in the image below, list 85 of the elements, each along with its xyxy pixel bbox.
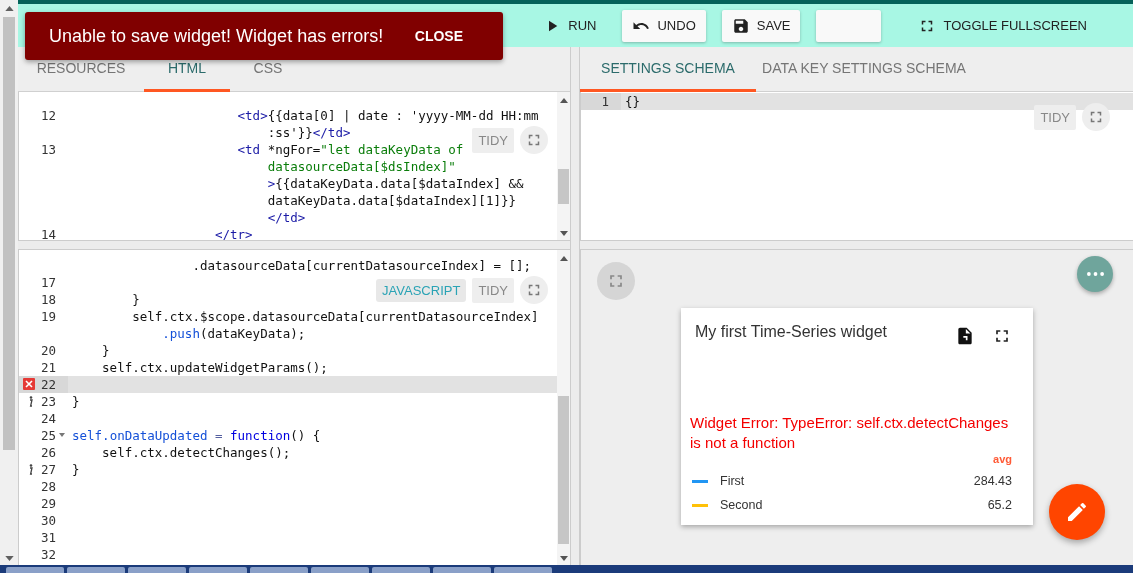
code-line: .datasourceData[currentDatasourceIndex] = []; bbox=[192, 257, 532, 274]
error-message: Widget Error: TypeError: self.ctx.detectChanges is not a function bbox=[690, 413, 1010, 453]
scroll-up-icon bbox=[559, 256, 568, 261]
tab[interactable]: RESOURCES bbox=[18, 47, 144, 92]
code-line: self.onDataUpdated = function() { bbox=[72, 427, 321, 444]
scroll-down-icon bbox=[559, 556, 568, 561]
line-number: 23 bbox=[40, 393, 56, 410]
code-line: } bbox=[132, 291, 140, 308]
tidy-button[interactable]: TIDY bbox=[472, 277, 514, 303]
code-line: } bbox=[72, 461, 80, 478]
fullscreen-button[interactable] bbox=[520, 126, 548, 154]
run-button[interactable]: RUN bbox=[533, 9, 607, 42]
more-button[interactable] bbox=[1077, 256, 1113, 292]
line-number: 17 bbox=[40, 274, 56, 291]
code-line: <td>{{data[0] | date : 'yyyy-MM-dd HH:mm bbox=[237, 107, 539, 124]
legend-value: 284.43 bbox=[973, 473, 1012, 490]
line-number: 29 bbox=[40, 495, 56, 512]
legend-value: 65.2 bbox=[987, 497, 1012, 514]
line-number: 30 bbox=[40, 512, 56, 529]
fullscreen-button[interactable] bbox=[520, 276, 548, 304]
widget-title: My first Time-Series widget bbox=[695, 323, 889, 341]
toast-message: Unable to save widget! Widget has errors! bbox=[49, 25, 384, 47]
undo-button[interactable]: UNDO bbox=[622, 9, 706, 42]
pencil-icon bbox=[1065, 500, 1089, 524]
line-number: 13 bbox=[40, 141, 56, 158]
legend-label: Second bbox=[720, 497, 764, 514]
code-line: datasourceData[$dsIndex]" bbox=[267, 158, 456, 175]
line-number: 25 bbox=[40, 427, 56, 444]
line-number: 22 bbox=[40, 376, 56, 393]
scroll-down-icon bbox=[4, 556, 14, 561]
scroll-up-icon bbox=[4, 6, 14, 11]
legend-label: First bbox=[720, 473, 746, 490]
tab[interactable]: DATA KEY SETTINGS SCHEMA bbox=[756, 47, 972, 92]
code-line: } bbox=[72, 393, 80, 410]
splitter-bar[interactable] bbox=[580, 240, 1133, 250]
line-number: 1 bbox=[601, 93, 609, 110]
edit-button[interactable] bbox=[1049, 484, 1105, 540]
line-number: 21 bbox=[40, 359, 56, 376]
line-number: 24 bbox=[40, 410, 56, 427]
blank-button[interactable] bbox=[816, 9, 882, 42]
tidy-button[interactable]: TIDY bbox=[472, 127, 514, 153]
scroll-down-icon bbox=[559, 231, 568, 236]
scroll-thumb[interactable] bbox=[558, 396, 569, 544]
scroll-thumb[interactable] bbox=[558, 169, 569, 204]
code-line: {} bbox=[625, 93, 641, 110]
info-icon bbox=[27, 396, 33, 407]
code-line: self.ctx.updateWidgetParams(); bbox=[102, 359, 328, 376]
line-number: 32 bbox=[40, 546, 56, 563]
code-line: .push(dataKeyData); bbox=[162, 325, 306, 342]
line-number: 28 bbox=[40, 478, 56, 495]
error-icon bbox=[23, 378, 35, 390]
line-number: 20 bbox=[40, 342, 56, 359]
code-line: <td *ngFor="let dataKeyData of bbox=[237, 141, 464, 158]
scroll-thumb[interactable] bbox=[3, 17, 15, 450]
fullscreen-button[interactable] bbox=[597, 262, 635, 300]
line-number: 18 bbox=[40, 291, 56, 308]
legend-header: avg bbox=[993, 453, 1012, 467]
tidy-button[interactable]: TIDY bbox=[1034, 104, 1076, 130]
tab[interactable]: CSS bbox=[230, 47, 306, 92]
line-number: 12 bbox=[40, 107, 56, 124]
line-number: 19 bbox=[40, 308, 56, 325]
scroll-up-icon bbox=[559, 98, 568, 103]
code-line: self.ctx.$scope.datasourceData[currentDatasourceIndex] bbox=[132, 308, 539, 325]
line-number: 14 bbox=[40, 226, 56, 240]
code-line: :ss'}}</td> bbox=[267, 124, 351, 141]
code-line: >{{dataKeyData.data[$dataIndex] && bbox=[267, 175, 524, 192]
line-number: 27 bbox=[40, 461, 56, 478]
fullscreen-button[interactable] bbox=[1082, 103, 1110, 131]
code-line: } bbox=[102, 342, 110, 359]
code-line: self.ctx.detectChanges(); bbox=[102, 444, 291, 461]
line-number: 31 bbox=[40, 529, 56, 546]
code-line: </tr> bbox=[215, 226, 253, 240]
splitter-bar[interactable] bbox=[18, 240, 570, 250]
language-label: JAVASCRIPT bbox=[376, 278, 467, 302]
fullscreen-toggle-button[interactable]: TOGGLE FULLSCREEN bbox=[908, 9, 1097, 42]
code-line: </td> bbox=[267, 209, 306, 226]
more-icon bbox=[1086, 272, 1104, 276]
save-icon bbox=[731, 16, 750, 35]
splitter-bar[interactable] bbox=[570, 47, 580, 565]
document-arrow-icon bbox=[955, 326, 975, 346]
line-number: 26 bbox=[40, 444, 56, 461]
close-button[interactable]: CLOSE bbox=[394, 22, 483, 50]
save-button[interactable]: SAVE bbox=[721, 9, 801, 42]
code-line: dataKeyData.data[$dataIndex][1]}} bbox=[267, 192, 516, 209]
info-icon bbox=[27, 464, 33, 475]
